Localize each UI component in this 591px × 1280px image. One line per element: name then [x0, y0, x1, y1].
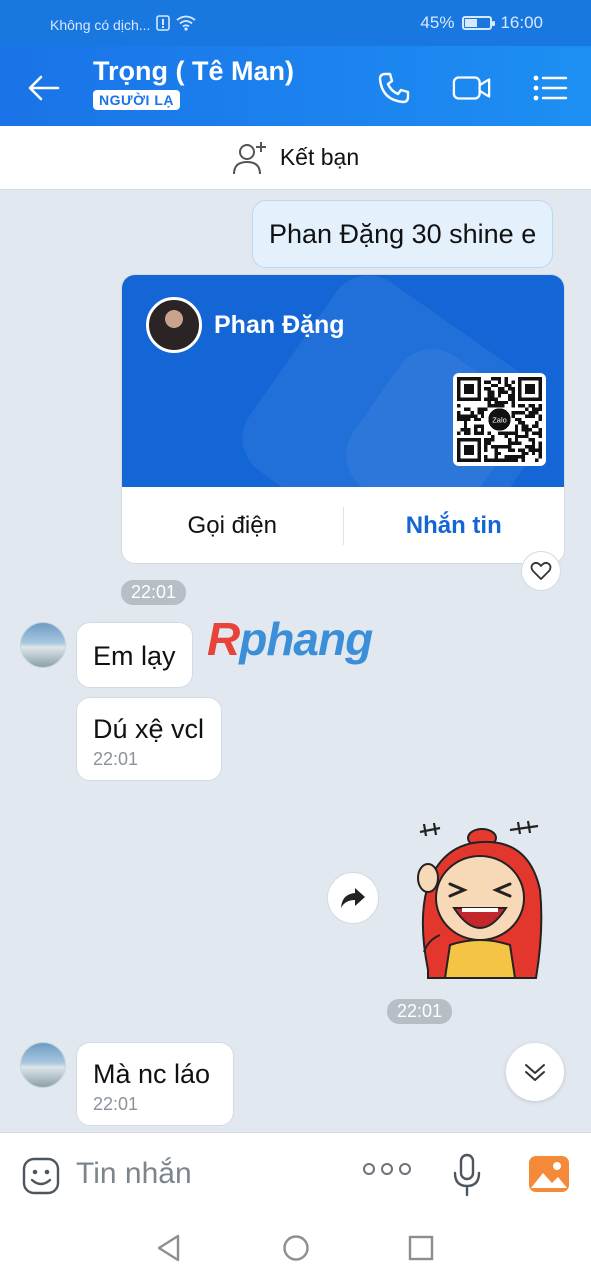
qr-logo-text: Zalo	[492, 416, 507, 425]
voice-call-button[interactable]	[374, 68, 414, 108]
watermark-logo: Rphang	[207, 613, 373, 665]
status-left: Không có dịch...	[50, 15, 196, 34]
message-time: 22:01	[93, 749, 139, 769]
message-time: 22:01	[93, 1094, 139, 1114]
call-contact-button[interactable]: Gọi điện	[122, 512, 343, 540]
monkey-sticker[interactable]	[410, 820, 545, 980]
card-time: 22:01	[121, 580, 187, 605]
sim-alert-icon	[156, 15, 171, 34]
more-options-button[interactable]	[363, 1163, 411, 1175]
image-gallery-icon	[529, 1156, 569, 1192]
share-button[interactable]	[327, 872, 379, 924]
arrow-left-icon	[28, 75, 60, 101]
contact-card[interactable]: Phan Đặng Zalo Gọi điện Nhắn tin	[121, 274, 565, 564]
nav-back-icon[interactable]	[156, 1234, 182, 1262]
sticker-button[interactable]	[22, 1157, 60, 1200]
system-nav-bar	[0, 1218, 591, 1280]
clock: 16:00	[500, 13, 543, 32]
message-composer: Tin nhắn	[0, 1132, 591, 1218]
sticker-smile-icon	[22, 1157, 60, 1195]
contact-card-header: Phan Đặng Zalo	[122, 275, 564, 487]
list-menu-icon	[533, 75, 568, 101]
carrier-text: Không có dịch...	[50, 16, 151, 33]
message-contact-button[interactable]: Nhắn tin	[344, 512, 565, 540]
nav-recents-icon[interactable]	[408, 1234, 434, 1262]
peer-avatar[interactable]	[20, 622, 66, 668]
qr-code[interactable]: Zalo	[453, 373, 546, 466]
phone-icon	[378, 72, 410, 104]
chat-header: Trọng ( Tê Man) NGƯỜI LẠ	[0, 46, 591, 126]
message-text: Phan Đặng 30 shine e	[269, 219, 537, 249]
battery-percent: 45%	[420, 13, 455, 32]
scroll-to-bottom-button[interactable]	[506, 1043, 564, 1101]
double-chevron-down-icon	[525, 1064, 545, 1081]
message-input[interactable]: Tin nhắn	[76, 1157, 192, 1191]
voice-record-button[interactable]	[452, 1153, 482, 1202]
nav-home-icon[interactable]	[282, 1234, 310, 1262]
status-bar: Không có dịch... 45% 16:00	[0, 0, 591, 46]
message-text: Mà nc láo	[93, 1059, 211, 1089]
contact-name[interactable]: Phan Đặng	[214, 311, 345, 340]
peer-avatar[interactable]	[20, 1042, 66, 1088]
status-right: 45% 16:00	[420, 13, 543, 33]
add-friend-bar[interactable]: Kết bạn	[0, 126, 591, 190]
message-bubble-outgoing[interactable]: Phan Đặng 30 shine e	[252, 200, 554, 268]
contact-card-actions: Gọi điện Nhắn tin	[122, 487, 565, 563]
react-button[interactable]	[521, 551, 561, 591]
message-bubble-incoming[interactable]: Dú xệ vcl 22:01	[76, 697, 222, 781]
message-text: Dú xệ vcl	[93, 714, 205, 744]
heart-icon	[530, 561, 552, 580]
battery-icon	[462, 16, 496, 30]
message-text: Em lạy	[93, 641, 176, 671]
add-friend-label: Kết bạn	[279, 144, 360, 170]
back-button[interactable]	[24, 68, 64, 108]
video-call-button[interactable]	[452, 68, 492, 108]
stranger-badge: NGƯỜI LẠ	[93, 90, 180, 110]
chat-title[interactable]: Trọng ( Tê Man)	[93, 56, 294, 87]
wifi-icon	[176, 15, 196, 34]
chat-menu-button[interactable]	[530, 68, 570, 108]
contact-avatar[interactable]	[146, 297, 202, 353]
message-bubble-incoming[interactable]: Mà nc láo 22:01	[76, 1042, 234, 1126]
video-camera-icon	[452, 76, 491, 100]
message-bubble-incoming[interactable]: Em lạy	[76, 622, 193, 688]
microphone-icon	[453, 1153, 481, 1197]
add-user-icon	[232, 141, 266, 174]
share-arrow-icon	[341, 888, 365, 908]
sticker-time: 22:01	[387, 999, 453, 1024]
photo-picker-button[interactable]	[528, 1155, 570, 1198]
